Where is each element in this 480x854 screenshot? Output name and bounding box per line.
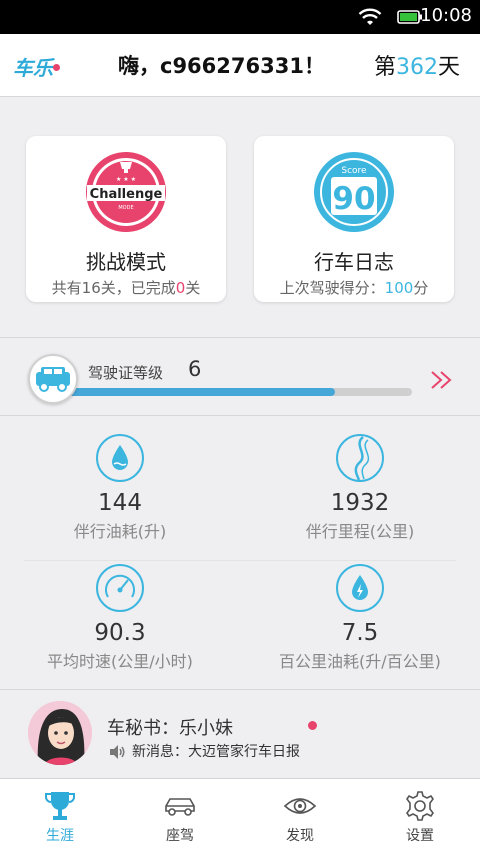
secretary-message: 新消息：大迈管家行车日报: [108, 741, 300, 761]
bottom-tab-bar: 生涯 座驾 发现 设置: [0, 778, 480, 854]
wifi-icon: [358, 8, 382, 25]
day-counter: 第362天: [373, 55, 460, 80]
stat-value: 1932: [330, 490, 390, 516]
stat-label: 伴行油耗(升): [73, 522, 167, 541]
tab-label: 设置: [406, 828, 434, 844]
license-level-label: 驾驶证等级: [88, 364, 164, 382]
challenge-mode-card[interactable]: ★ ★ ★ Challenge MODE 挑战模式 共有16关，已完成0关: [26, 136, 226, 302]
tab-label: 座驾: [166, 828, 194, 844]
svg-text:★ ★ ★: ★ ★ ★: [116, 176, 136, 183]
tab-vehicle[interactable]: 座驾: [120, 779, 240, 854]
speedometer-icon: [96, 564, 144, 612]
tab-settings[interactable]: 设置: [360, 779, 480, 854]
svg-text:Challenge: Challenge: [90, 187, 163, 202]
stats-divider: [24, 560, 456, 561]
stat-distance-total[interactable]: 1932 伴行里程(公里): [240, 433, 480, 542]
stat-value: 90.3: [94, 620, 146, 646]
app-logo[interactable]: 车乐: [13, 52, 60, 81]
greeting-text: 嗨，c966276331！: [118, 54, 325, 78]
tab-discover[interactable]: 发现: [240, 779, 360, 854]
stat-label: 百公里油耗(升/百公里): [279, 652, 441, 671]
stat-fuel-per-100km[interactable]: 7.5 百公里油耗(升/百公里): [240, 563, 480, 672]
secretary-avatar: [28, 701, 92, 765]
svg-text:MODE: MODE: [118, 205, 133, 211]
driving-log-card[interactable]: Score 90 行车日志 上次驾驶得分：100分: [254, 136, 454, 302]
fuel-drop-icon: [336, 564, 384, 612]
tab-label: 生涯: [46, 828, 74, 844]
license-level-row[interactable]: 驾驶证等级 6: [0, 337, 480, 416]
score-badge-icon: Score 90: [314, 152, 394, 232]
challenge-title: 挑战模式: [86, 250, 166, 274]
eye-icon: [283, 798, 317, 814]
svg-text:Score: Score: [341, 166, 367, 176]
secretary-name: 车秘书：乐小妹: [107, 718, 233, 739]
stat-average-speed[interactable]: 90.3 平均时速(公里/小时): [0, 563, 240, 672]
secretary-row[interactable]: 车秘书：乐小妹 新消息：大迈管家行车日报: [0, 690, 480, 778]
trophy-icon: [45, 792, 75, 820]
tab-career[interactable]: 生涯: [0, 779, 120, 854]
stat-fuel-total[interactable]: 144 伴行油耗(升): [0, 433, 240, 542]
speaker-icon: [110, 745, 125, 759]
driving-log-title: 行车日志: [314, 250, 394, 274]
challenge-progress-text: 共有16关，已完成0关: [51, 279, 201, 297]
car-badge: [28, 354, 78, 404]
stat-label: 伴行里程(公里): [305, 522, 415, 541]
gear-icon: [406, 791, 434, 821]
battery-icon: [397, 10, 422, 24]
challenge-badge-icon: ★ ★ ★ Challenge MODE: [86, 152, 166, 232]
double-chevron-right-icon[interactable]: [430, 370, 454, 390]
license-progress-bar: [60, 388, 412, 396]
stat-label: 平均时速(公里/小时): [47, 652, 193, 671]
tab-label: 发现: [286, 828, 314, 844]
stat-value: 7.5: [341, 620, 379, 646]
last-score-text: 上次驾驶得分：100分: [279, 279, 429, 297]
header: 车乐 嗨，c966276331！ 第362天: [0, 34, 480, 97]
license-level-value: 6: [188, 357, 202, 381]
unread-dot: [308, 721, 317, 730]
clock: 10:08: [420, 5, 472, 26]
car-icon: [36, 367, 70, 392]
stat-value: 144: [98, 490, 142, 516]
status-bar: 10:08: [0, 0, 480, 34]
water-drop-icon: [96, 434, 144, 482]
svg-text:90: 90: [332, 181, 375, 217]
road-icon: [336, 434, 384, 482]
car-icon: [165, 798, 195, 816]
